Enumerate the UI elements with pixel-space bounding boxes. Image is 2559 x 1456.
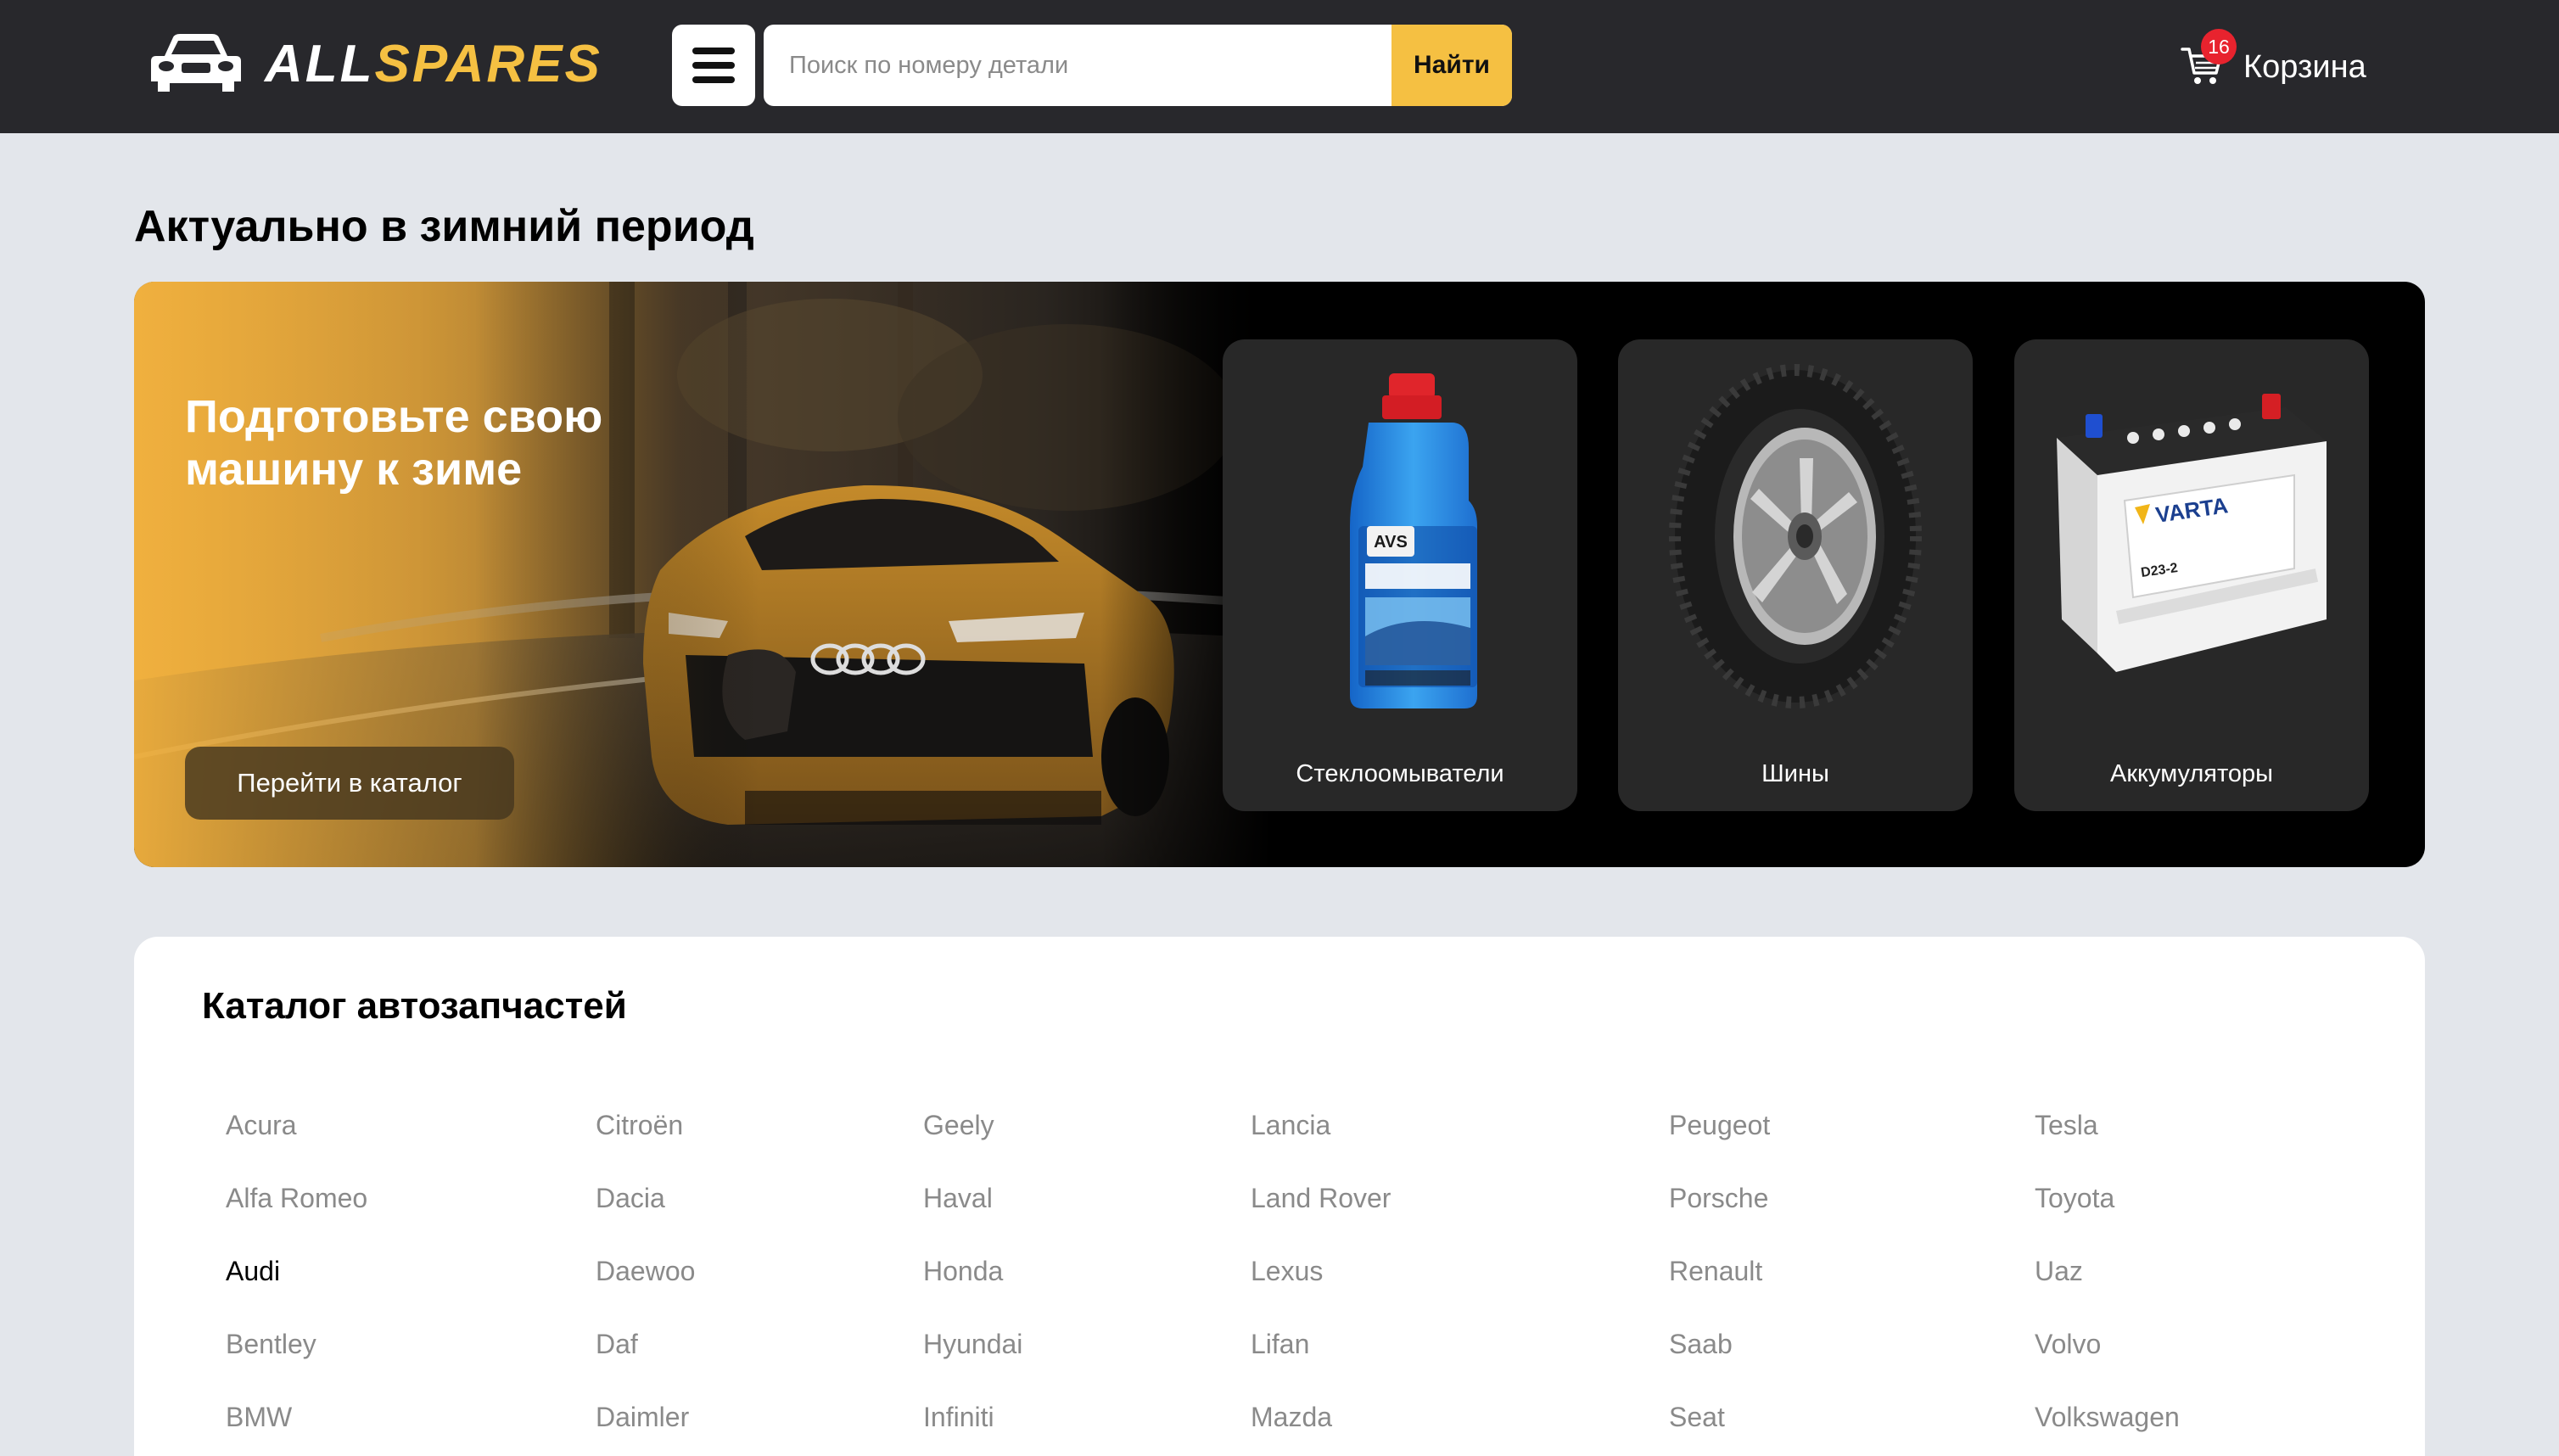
menu-bar-icon bbox=[692, 48, 735, 54]
brand-link[interactable]: Daimler bbox=[596, 1400, 689, 1434]
studded-tire-icon bbox=[1669, 364, 1922, 708]
brand-link[interactable]: Land Rover bbox=[1251, 1181, 1391, 1215]
logo-wordmark[interactable]: ALLSPARES bbox=[265, 32, 602, 97]
brand-link[interactable]: Honda bbox=[923, 1254, 1003, 1288]
brand-link[interactable]: Volkswagen bbox=[2035, 1400, 2180, 1434]
category-card-tires[interactable]: Шины bbox=[1618, 339, 1973, 811]
logo-part-all: ALL bbox=[265, 35, 375, 93]
brand-link[interactable]: Renault bbox=[1669, 1254, 1762, 1288]
winter-banner: Подготовьте свою машину к зиме Перейти в… bbox=[134, 282, 2425, 867]
brand-link[interactable]: Acura bbox=[226, 1108, 297, 1142]
brand-link[interactable]: Lexus bbox=[1251, 1254, 1323, 1288]
category-card-washer-fluid[interactable]: AVS Стеклоомыватели bbox=[1223, 339, 1577, 811]
bottle-brand-label: AVS bbox=[1374, 533, 1408, 552]
brand-link[interactable]: Lifan bbox=[1251, 1327, 1309, 1361]
brand-link[interactable]: Bentley bbox=[226, 1327, 316, 1361]
brand-link[interactable]: Saab bbox=[1669, 1327, 1733, 1361]
category-label: Аккумуляторы bbox=[2109, 760, 2274, 787]
cart-link[interactable]: 16 Корзина bbox=[2181, 29, 2376, 97]
site-header: ALLSPARES Найти 16 Корзина bbox=[0, 0, 2559, 133]
menu-button[interactable] bbox=[672, 25, 755, 106]
cart-label: Корзина bbox=[2243, 49, 2366, 85]
brand-link[interactable]: Audi bbox=[226, 1254, 280, 1288]
brand-link[interactable]: Lancia bbox=[1251, 1108, 1330, 1142]
brand-link[interactable]: Toyota bbox=[2035, 1181, 2114, 1215]
menu-bar-icon bbox=[692, 62, 735, 69]
brand-link[interactable]: Hyundai bbox=[923, 1327, 1022, 1361]
cart-count-badge: 16 bbox=[2201, 29, 2237, 64]
brand-link[interactable]: Alfa Romeo bbox=[226, 1181, 367, 1215]
brand-link[interactable]: Mazda bbox=[1251, 1400, 1332, 1434]
search-bar: Найти bbox=[764, 25, 1512, 106]
car-logo-icon[interactable] bbox=[149, 31, 243, 95]
brand-link[interactable]: Geely bbox=[923, 1108, 994, 1142]
logo-part-spares: SPARES bbox=[374, 35, 602, 93]
go-to-catalog-button[interactable]: Перейти в каталог bbox=[185, 747, 514, 820]
brand-link[interactable]: Volvo bbox=[2035, 1327, 2101, 1361]
search-button[interactable]: Найти bbox=[1391, 25, 1512, 106]
brand-link[interactable]: Uaz bbox=[2035, 1254, 2083, 1288]
brand-link[interactable]: BMW bbox=[226, 1400, 292, 1434]
menu-bar-icon bbox=[692, 76, 735, 83]
catalog-title: Каталог автозапчастей bbox=[202, 985, 627, 1027]
brand-link[interactable]: Haval bbox=[923, 1181, 993, 1215]
washer-fluid-bottle-icon: AVS bbox=[1350, 373, 1477, 708]
category-label: Шины bbox=[1761, 760, 1829, 787]
brand-link[interactable]: Peugeot bbox=[1669, 1108, 1770, 1142]
category-card-batteries[interactable]: VARTA D23-2 Аккумуляторы bbox=[2014, 339, 2369, 811]
category-label: Стеклоомыватели bbox=[1296, 760, 1504, 787]
brand-link[interactable]: Dacia bbox=[596, 1181, 665, 1215]
brand-link[interactable]: Porsche bbox=[1669, 1181, 1768, 1215]
winter-section-title: Актуально в зимний период bbox=[134, 202, 754, 251]
brand-link[interactable]: Citroën bbox=[596, 1108, 683, 1142]
banner-heading: Подготовьте свою машину к зиме bbox=[185, 391, 603, 495]
search-input[interactable] bbox=[764, 25, 1391, 106]
brand-link[interactable]: Daf bbox=[596, 1327, 638, 1361]
brand-link[interactable]: Infiniti bbox=[923, 1400, 994, 1434]
brand-link[interactable]: Tesla bbox=[2035, 1108, 2098, 1142]
parts-catalog: Каталог автозапчастей Acura Alfa Romeo Aud… bbox=[134, 937, 2425, 1456]
brand-link[interactable]: Seat bbox=[1669, 1400, 1725, 1434]
brand-link[interactable]: Daewoo bbox=[596, 1254, 695, 1288]
car-battery-icon: VARTA D23-2 bbox=[2057, 394, 2327, 672]
